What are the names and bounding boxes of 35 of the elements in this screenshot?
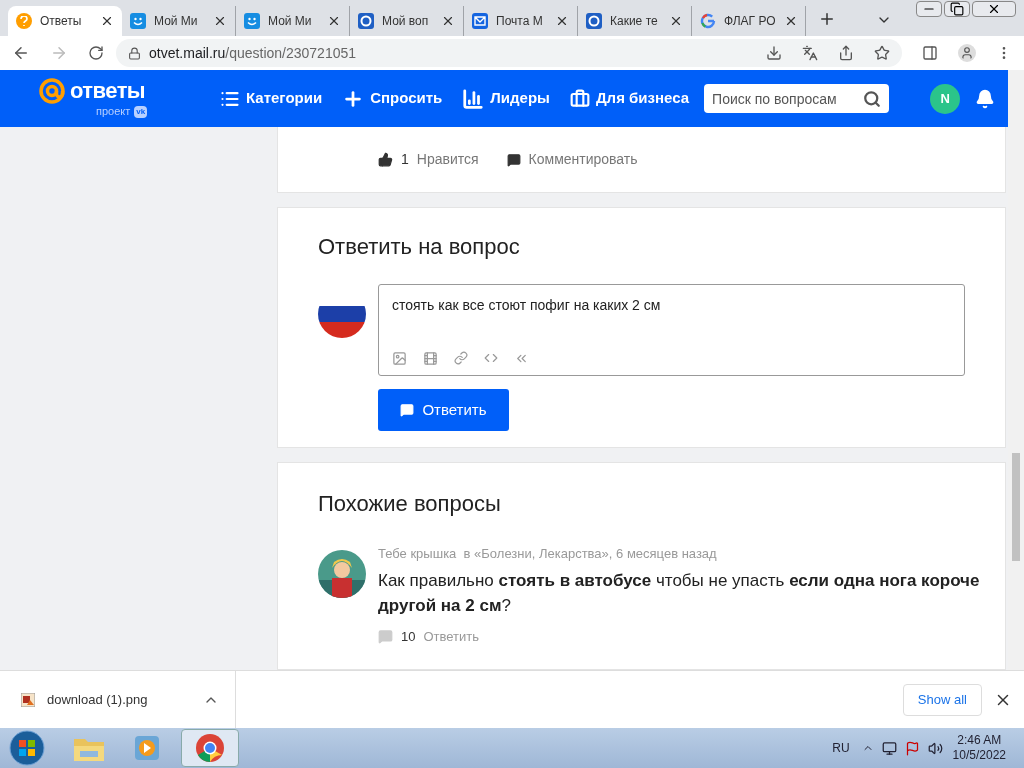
answer-text: стоять как все стоют пофиг на каких 2 см [392,296,662,315]
like-count: 1 [401,150,409,169]
comment-link[interactable]: Комментировать [528,149,638,170]
question-title[interactable]: Как правильно стоять в автобусе чтобы не упасть если одна нога короче другой на 2 см? [378,567,988,618]
answer-field[interactable]: стоять как все стоют пофиг на каких 2 см [378,284,965,376]
clock-date: 10/5/2022 [952,748,1006,763]
logo-text[interactable]: ответы [70,80,146,103]
nav-link[interactable]: Категории [220,87,323,110]
like-link[interactable]: Нравится [416,149,479,170]
logo-badge: vk [134,105,148,118]
search-field[interactable]: Поиск по вопросам [704,84,890,113]
answer-count: 10 [401,627,416,646]
address-bar[interactable]: otvet.mail.ru/question/230721051 [116,39,902,67]
browser-tab[interactable]: Ответы [8,6,122,36]
section-title: Ответить на вопрос [318,233,521,261]
nav-link[interactable]: Лидеры [462,87,550,110]
question-meta: Тебе крышка в «Болезни, Лекарства», 6 месяцев назад [378,545,718,563]
logo-subtitle: проект [96,104,131,120]
nav-link[interactable]: Для бизнеса [569,87,690,110]
tab-title: Мой Ми [268,13,313,30]
tab-title: Ответы [40,13,83,30]
tab-title: Почта М [496,13,544,30]
tab-title: ФЛАГ РО [724,13,776,30]
download-filename[interactable]: download (1).png [47,689,148,710]
section-title: Похожие вопросы [318,490,502,518]
nav-link[interactable]: Спросить [342,87,443,110]
tab-title: Какие те [610,13,659,30]
show-all-button[interactable]: Show all [902,683,982,716]
tab-title: Мой Ми [154,13,199,30]
tab-title: Мой воп [382,13,430,30]
clock-time: 2:46 AM [957,733,1002,748]
url-text: otvet.mail.ru/question/230721051 [149,43,357,63]
language-indicator[interactable]: RU [832,739,850,757]
answer-button[interactable]: Ответить [378,389,509,431]
clock[interactable]: 2:46 AM 10/5/2022 [952,733,1006,763]
